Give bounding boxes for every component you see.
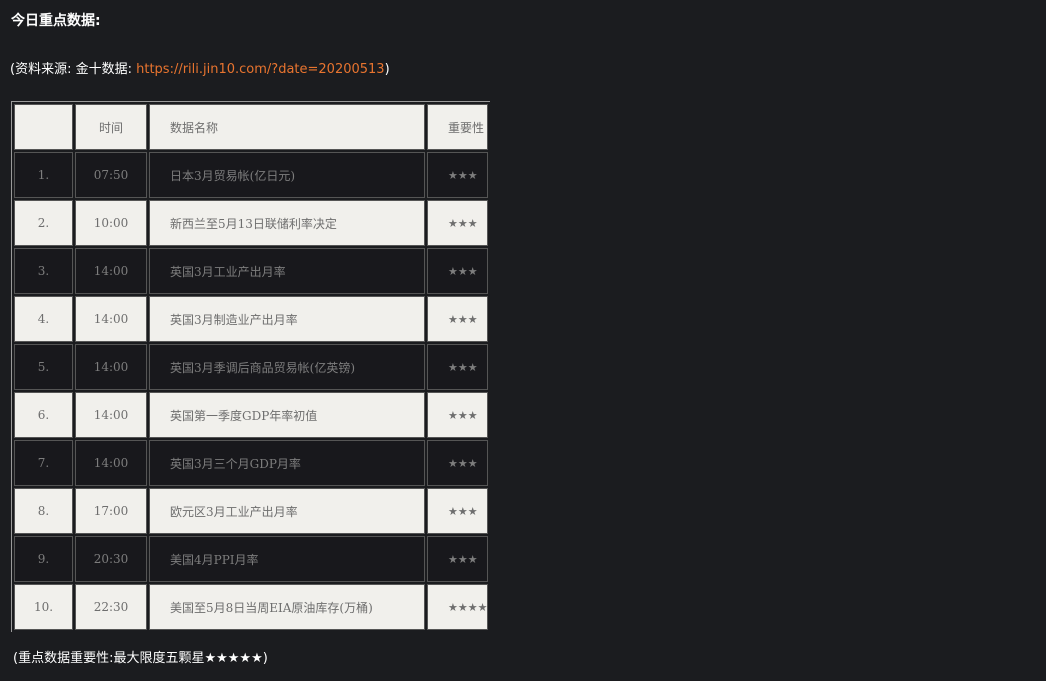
row-index: 3. [14,248,73,294]
row-index: 7. [14,440,73,486]
table-row: 5. 14:00 英国3月季调后商品贸易帐(亿英镑) ★★★ [14,344,488,390]
row-time: 17:00 [75,488,147,534]
row-index: 1. [14,152,73,198]
header-index [14,104,73,150]
row-name: 英国3月季调后商品贸易帐(亿英镑) [149,344,425,390]
row-name: 英国第一季度GDP年率初值 [149,392,425,438]
row-name: 日本3月贸易帐(亿日元) [149,152,425,198]
row-name: 美国至5月8日当周EIA原油库存(万桶) [149,584,425,630]
row-time: 22:30 [75,584,147,630]
table-row: 10. 22:30 美国至5月8日当周EIA原油库存(万桶) ★★★★ [14,584,488,630]
row-name: 英国3月制造业产出月率 [149,296,425,342]
source-suffix: ) [384,62,390,77]
data-table: 时间 数据名称 重要性 1. 07:50 日本3月贸易帐(亿日元) ★★★ 2.… [12,102,490,632]
row-index: 6. [14,392,73,438]
table-row: 1. 07:50 日本3月贸易帐(亿日元) ★★★ [14,152,488,198]
row-name: 新西兰至5月13日联储利率决定 [149,200,425,246]
row-index: 2. [14,200,73,246]
header-importance: 重要性 [427,104,488,150]
row-importance-stars: ★★★ [427,296,488,342]
page-title: 今日重点数据: [11,13,101,29]
table-row: 2. 10:00 新西兰至5月13日联储利率决定 ★★★ [14,200,488,246]
table-row: 6. 14:00 英国第一季度GDP年率初值 ★★★ [14,392,488,438]
header-time: 时间 [75,104,147,150]
table-row: 7. 14:00 英国3月三个月GDP月率 ★★★ [14,440,488,486]
row-time: 14:00 [75,248,147,294]
row-index: 10. [14,584,73,630]
row-time: 10:00 [75,200,147,246]
data-table-container: 时间 数据名称 重要性 1. 07:50 日本3月贸易帐(亿日元) ★★★ 2.… [11,101,490,632]
row-name: 英国3月工业产出月率 [149,248,425,294]
row-name: 美国4月PPI月率 [149,536,425,582]
table-row: 3. 14:00 英国3月工业产出月率 ★★★ [14,248,488,294]
row-importance-stars: ★★★ [427,152,488,198]
source-link[interactable]: https://rili.jin10.com/?date=20200513 [136,62,384,77]
row-importance-stars: ★★★ [427,392,488,438]
row-time: 14:00 [75,296,147,342]
source-line: (资料来源: 金十数据: https://rili.jin10.com/?dat… [10,58,390,77]
row-index: 9. [14,536,73,582]
header-name: 数据名称 [149,104,425,150]
row-time: 07:50 [75,152,147,198]
source-prefix: (资料来源: 金十数据: [10,62,137,77]
table-row: 9. 20:30 美国4月PPI月率 ★★★ [14,536,488,582]
row-importance-stars: ★★★ [427,536,488,582]
importance-note: (重点数据重要性:最大限度五颗星★★★★★) [13,651,268,666]
row-index: 4. [14,296,73,342]
row-importance-stars: ★★★ [427,248,488,294]
row-importance-stars: ★★★ [427,440,488,486]
row-name: 英国3月三个月GDP月率 [149,440,425,486]
table-row: 4. 14:00 英国3月制造业产出月率 ★★★ [14,296,488,342]
row-importance-stars: ★★★★ [427,584,488,630]
row-time: 14:00 [75,440,147,486]
row-index: 8. [14,488,73,534]
row-time: 14:00 [75,392,147,438]
row-importance-stars: ★★★ [427,488,488,534]
row-index: 5. [14,344,73,390]
row-importance-stars: ★★★ [427,344,488,390]
row-name: 欧元区3月工业产出月率 [149,488,425,534]
row-time: 14:00 [75,344,147,390]
row-time: 20:30 [75,536,147,582]
table-row: 8. 17:00 欧元区3月工业产出月率 ★★★ [14,488,488,534]
table-header-row: 时间 数据名称 重要性 [14,104,488,150]
row-importance-stars: ★★★ [427,200,488,246]
